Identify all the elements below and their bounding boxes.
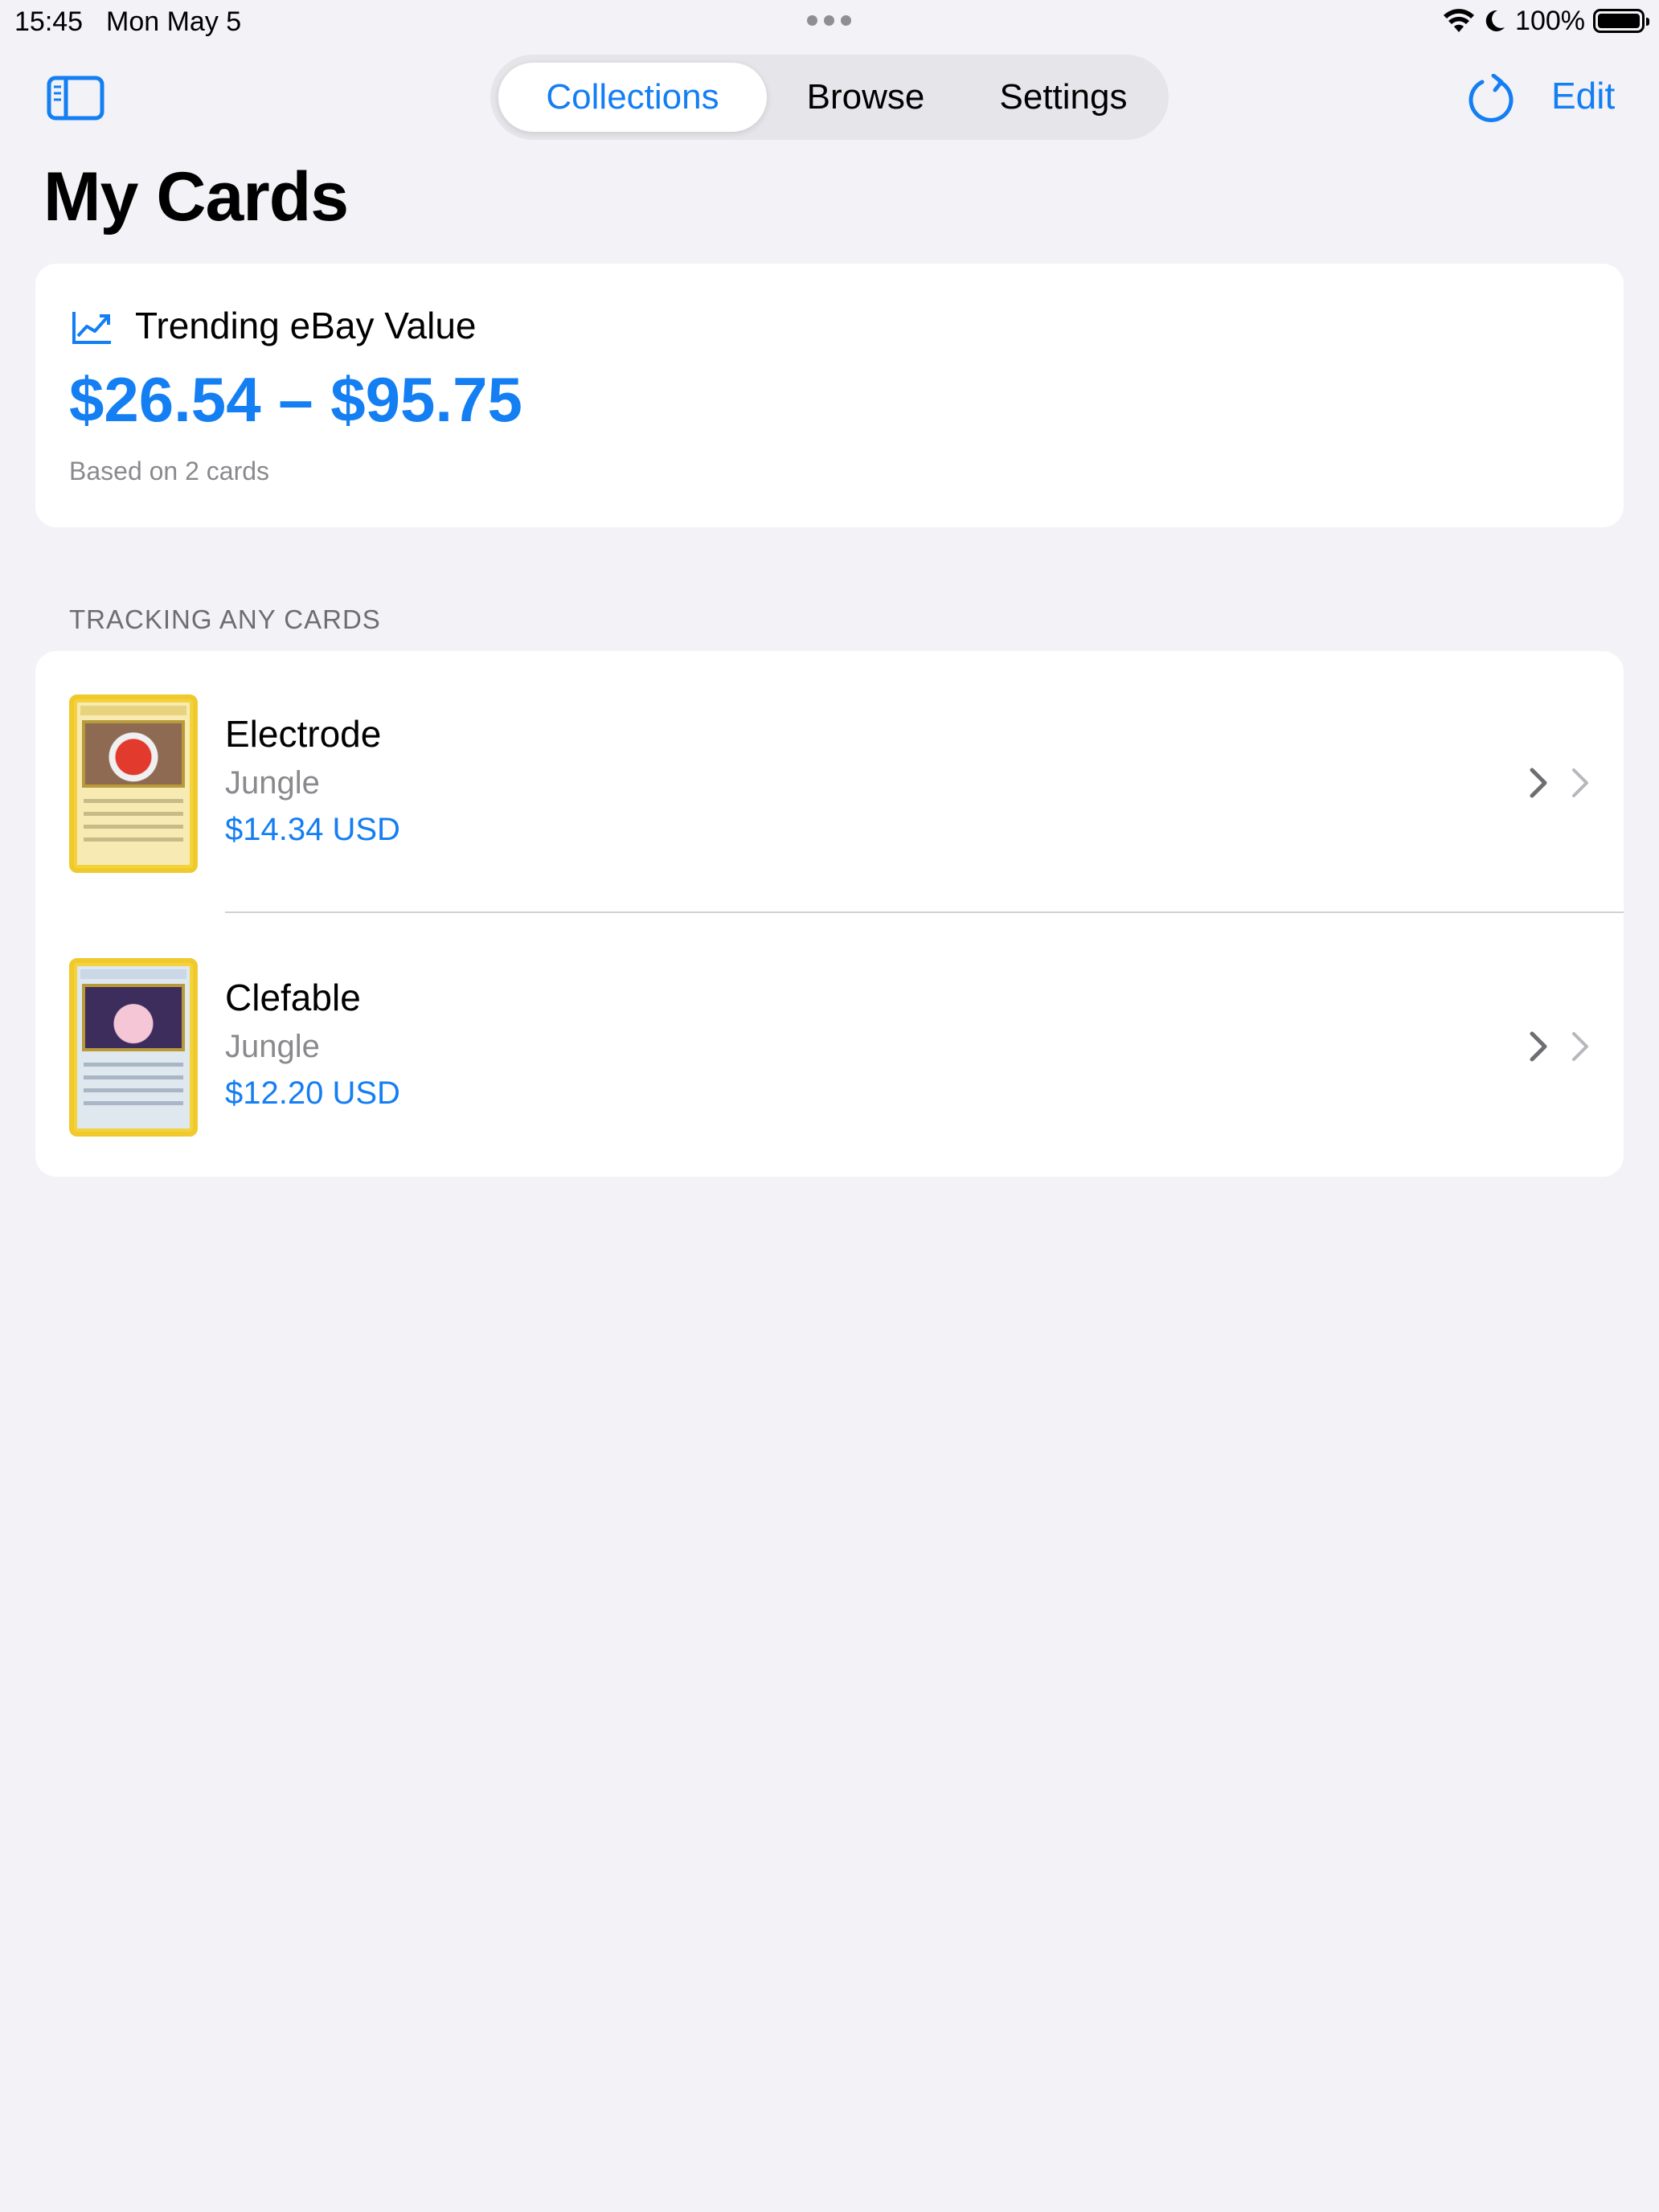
tab-browse[interactable]: Browse — [767, 63, 965, 132]
list-item[interactable]: Electrode Jungle $14.34 USD — [35, 651, 1624, 915]
card-price: $14.34 USD — [225, 812, 400, 847]
battery-percent: 100% — [1515, 5, 1585, 36]
chevron-right-icon — [1572, 1032, 1588, 1061]
edit-button[interactable]: Edit — [1551, 74, 1615, 117]
refresh-icon[interactable] — [1464, 74, 1518, 127]
status-time: 15:45 — [14, 6, 84, 37]
card-name: Electrode — [225, 713, 382, 755]
trending-value-card: Trending eBay Value $26.54 – $95.75 Base… — [35, 264, 1624, 527]
battery-icon — [1593, 9, 1649, 33]
sidebar-toggle-icon[interactable] — [47, 76, 104, 121]
page-title: My Cards — [43, 158, 349, 236]
status-indicators: 100% — [1443, 5, 1649, 37]
list-item[interactable]: Clefable Jungle $12.20 USD — [35, 915, 1624, 1177]
row-divider — [225, 911, 1624, 913]
card-list: Electrode Jungle $14.34 USD Clefable Jun… — [35, 651, 1624, 1177]
status-date: Mon May 5 — [106, 6, 242, 37]
card-thumbnail — [69, 958, 198, 1137]
chevron-right-icon — [1530, 768, 1547, 798]
tab-settings[interactable]: Settings — [965, 63, 1162, 132]
moon-icon — [1485, 10, 1505, 31]
tab-collections[interactable]: Collections — [498, 63, 767, 132]
tab-switcher: Collections Browse Settings — [490, 55, 1169, 140]
chevron-right-icon — [1530, 1031, 1547, 1062]
card-name: Clefable — [225, 977, 361, 1018]
card-thumbnail — [69, 694, 198, 873]
value-subtitle: Based on 2 cards — [69, 457, 270, 485]
card-price: $12.20 USD — [225, 1075, 400, 1111]
multitasking-dots-icon[interactable] — [807, 15, 852, 27]
card-set: Jungle — [225, 1029, 320, 1064]
chevron-right-icon — [1572, 768, 1588, 797]
value-range: $26.54 – $95.75 — [69, 364, 522, 435]
status-bar: 15:45 Mon May 5 100% — [0, 0, 1659, 45]
wifi-icon — [1444, 9, 1475, 32]
value-label: Trending eBay Value — [135, 305, 477, 346]
card-set: Jungle — [225, 765, 320, 801]
section-header: TRACKING ANY CARDS — [69, 604, 381, 634]
trend-chart-icon — [72, 312, 111, 344]
